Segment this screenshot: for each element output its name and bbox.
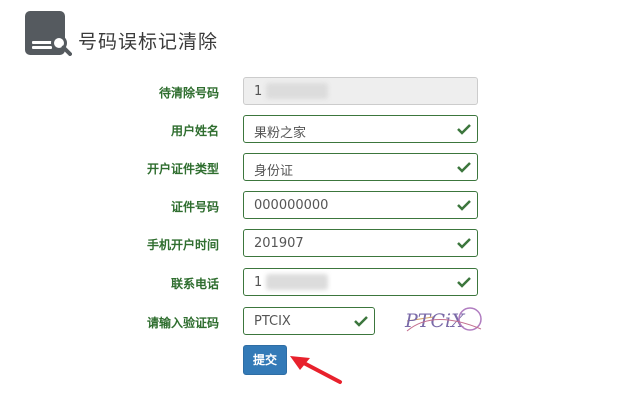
masked-value	[266, 83, 328, 99]
check-icon	[457, 162, 471, 173]
form-row-contact: 联系电话 1	[0, 268, 640, 298]
form-row-captcha: 请输入验证码 PTCIX PTCiX	[0, 307, 640, 337]
check-icon	[354, 316, 368, 327]
field-label: 联系电话	[170, 277, 219, 291]
masked-value	[266, 274, 328, 290]
form-row-id-number: 证件号码 000000000	[0, 191, 640, 221]
open-time-input[interactable]: 201907	[243, 229, 478, 257]
page-title: 号码误标记清除	[78, 31, 219, 53]
form-row-number: 待清除号码 1	[0, 77, 640, 107]
id-number-input[interactable]: 000000000	[243, 191, 478, 219]
red-arrow-annotation	[290, 356, 342, 384]
user-name-input[interactable]: 果粉之家	[243, 115, 478, 143]
field-value: 201907	[254, 236, 304, 251]
field-label: 待清除号码	[158, 86, 219, 100]
field-label: 开户证件类型	[146, 162, 219, 176]
field-label: 请输入验证码	[146, 316, 219, 330]
field-label: 用户姓名	[170, 124, 219, 138]
id-type-select[interactable]: 身份证	[243, 153, 478, 181]
check-icon	[457, 277, 471, 288]
contact-phone-input[interactable]: 1	[243, 268, 478, 296]
check-icon	[457, 238, 471, 249]
page-header: 号码误标记清除	[22, 8, 322, 64]
form-row-id-type: 开户证件类型 身份证	[0, 153, 640, 183]
form-row-name: 用户姓名 果粉之家	[0, 115, 640, 145]
captcha-image[interactable]: PTCiX	[403, 305, 485, 335]
field-label: 手机开户时间	[146, 238, 219, 252]
field-value: 000000000	[254, 198, 329, 213]
field-value: 身份证	[254, 164, 294, 179]
check-icon	[457, 200, 471, 211]
field-value: 1	[254, 275, 263, 290]
search-icon	[51, 35, 72, 56]
field-value: 果粉之家	[254, 126, 307, 141]
field-label: 证件号码	[170, 200, 219, 214]
field-value: 1	[254, 84, 263, 99]
field-value: PTCIX	[254, 314, 291, 329]
submit-button[interactable]: 提交	[243, 345, 287, 375]
check-icon	[457, 124, 471, 135]
captcha-input[interactable]: PTCIX	[243, 307, 375, 335]
number-to-clear-field: 1	[243, 77, 478, 105]
form-row-open-time: 手机开户时间 201907	[0, 229, 640, 259]
